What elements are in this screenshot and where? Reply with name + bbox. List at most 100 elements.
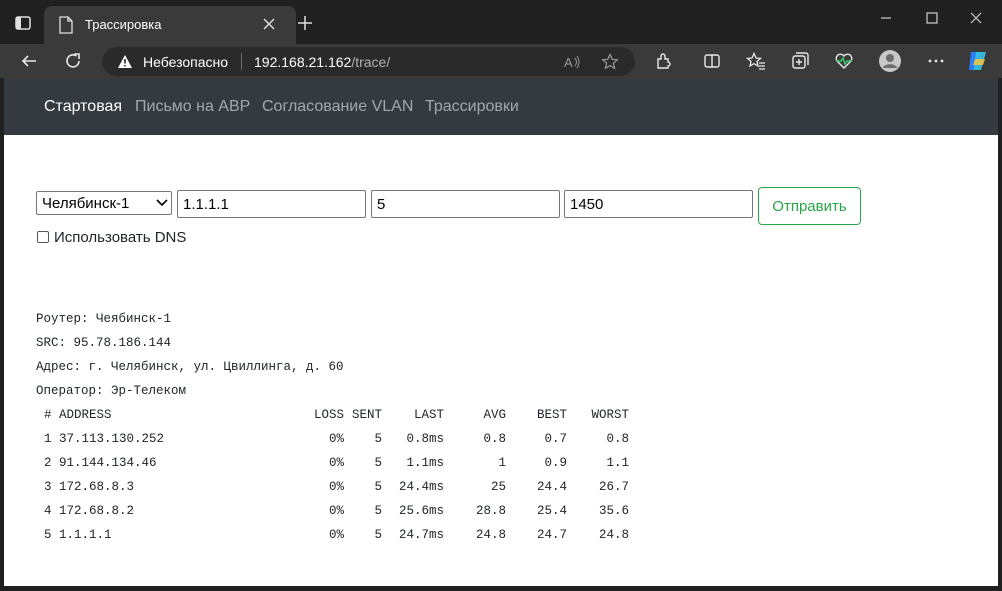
nav-item-start[interactable]: Стартовая — [44, 98, 122, 116]
warning-icon — [118, 55, 132, 68]
hop-loss: 0% — [328, 456, 344, 470]
hop-avg: 0.8 — [483, 432, 506, 446]
trace-hop-row: 1 37.113.130.252 0% 5 0.8ms 0.8 0.7 0.8 — [36, 432, 656, 448]
hop-index: 2 — [44, 456, 52, 470]
minimize-icon[interactable] — [878, 10, 894, 26]
trace-hop-row: 2 91.144.134.46 0% 5 1.1ms 1 0.9 1.1 — [36, 456, 656, 472]
profile-avatar-icon[interactable] — [878, 49, 902, 73]
hop-address: 172.68.8.2 — [59, 504, 135, 518]
use-dns-label[interactable]: Использовать DNS — [54, 229, 186, 246]
router-select-value: Челябинск-1 — [42, 195, 130, 212]
nav-item-traces[interactable]: Трассировки — [425, 98, 519, 116]
hop-address: 37.113.130.252 — [59, 432, 165, 446]
url-text[interactable]: 192.168.21.162/trace/ — [254, 54, 390, 70]
page-viewport: Стартовая Письмо на АВР Согласование VLA… — [4, 78, 998, 586]
nav-item-vlan[interactable]: Согласование VLAN — [262, 98, 413, 116]
col-header-loss: LOSS — [313, 408, 344, 422]
nav-item-avr-letter[interactable]: Письмо на АВР — [135, 98, 250, 116]
hop-avg: 1 — [498, 456, 506, 470]
col-header-worst: WORST — [591, 408, 629, 422]
hop-worst: 35.6 — [598, 504, 629, 518]
tab-actions-icon[interactable] — [14, 14, 32, 32]
favorites-icon[interactable] — [746, 51, 766, 71]
add-favorite-icon[interactable] — [601, 53, 619, 71]
hop-avg: 25 — [490, 480, 506, 494]
copilot-icon[interactable] — [966, 49, 990, 73]
site-navbar: Стартовая Письмо на АВР Согласование VLA… — [4, 78, 998, 135]
packet-size-value: 1450 — [570, 196, 604, 213]
hop-loss: 0% — [328, 504, 344, 518]
hop-sent: 5 — [374, 528, 382, 542]
collections-icon[interactable] — [790, 51, 810, 71]
browser-tab-active[interactable]: Трассировка — [44, 6, 296, 44]
hop-sent: 5 — [374, 432, 382, 446]
tab-title: Трассировка — [85, 17, 162, 32]
trace-hop-row: 3 172.68.8.3 0% 5 24.4ms 25 24.4 26.7 — [36, 480, 656, 496]
hop-best: 24.7 — [536, 528, 567, 542]
hop-best: 24.4 — [536, 480, 567, 494]
col-header-address: ADDRESS — [59, 408, 112, 422]
address-bar[interactable]: Небезопасно 192.168.21.162/trace/ A — [102, 47, 635, 76]
url-host: 192.168.21.162 — [254, 54, 352, 70]
hop-worst: 26.7 — [598, 480, 629, 494]
hop-address: 172.68.8.3 — [59, 480, 135, 494]
col-header-avg: AVG — [483, 408, 506, 422]
new-tab-icon[interactable] — [296, 14, 314, 32]
hop-best: 0.9 — [544, 456, 567, 470]
back-arrow-icon[interactable] — [19, 51, 39, 71]
hop-loss: 0% — [328, 480, 344, 494]
address-info-line: Адрес: г. Челябинск, ул. Цвиллинга, д. 6… — [36, 360, 344, 374]
more-menu-icon[interactable] — [926, 51, 946, 71]
hop-loss: 0% — [328, 528, 344, 542]
operator-info-line: Оператор: Эр-Телеком — [36, 384, 187, 398]
target-host-input[interactable]: 1.1.1.1 — [177, 190, 366, 218]
browser-tabstrip: Трассировка — [0, 0, 1002, 44]
maximize-icon[interactable] — [924, 10, 940, 26]
hop-address: 91.144.134.46 — [59, 456, 157, 470]
refresh-icon[interactable] — [63, 51, 83, 71]
hop-worst: 0.8 — [606, 432, 629, 446]
split-screen-icon[interactable] — [702, 51, 722, 71]
hop-worst: 24.8 — [598, 528, 629, 542]
hop-index: 4 — [44, 504, 52, 518]
hop-index: 5 — [44, 528, 52, 542]
hop-avg: 28.8 — [475, 504, 506, 518]
hop-loss: 0% — [328, 432, 344, 446]
address-separator — [241, 53, 242, 70]
col-header-index: # — [44, 408, 52, 422]
svg-text:A: A — [564, 55, 573, 70]
hop-best: 0.7 — [544, 432, 567, 446]
tab-close-icon[interactable] — [262, 17, 276, 31]
url-path: /trace/ — [351, 54, 391, 70]
hop-last: 0.8ms — [406, 432, 444, 446]
chevron-down-icon — [156, 199, 168, 207]
hop-best: 25.4 — [536, 504, 567, 518]
packet-count-input[interactable]: 5 — [371, 190, 560, 218]
hop-last: 25.6ms — [398, 504, 444, 518]
router-select[interactable]: Челябинск-1 — [36, 191, 172, 215]
hop-sent: 5 — [374, 480, 382, 494]
read-aloud-icon[interactable]: A — [563, 53, 581, 71]
hop-avg: 24.8 — [475, 528, 506, 542]
hop-index: 1 — [44, 432, 52, 446]
trace-hop-row: 4 172.68.8.2 0% 5 25.6ms 28.8 25.4 35.6 — [36, 504, 656, 520]
submit-button[interactable]: Отправить — [758, 187, 861, 225]
hop-last: 24.4ms — [398, 480, 444, 494]
hop-sent: 5 — [374, 456, 382, 470]
hop-last: 1.1ms — [406, 456, 444, 470]
router-info-line: Роутер: Чеябинск-1 — [36, 312, 172, 326]
window-close-icon[interactable] — [968, 10, 984, 26]
extensions-icon[interactable] — [654, 51, 674, 71]
hop-address: 1.1.1.1 — [59, 528, 112, 542]
col-header-best: BEST — [536, 408, 567, 422]
packet-size-input[interactable]: 1450 — [564, 190, 753, 218]
col-header-last: LAST — [413, 408, 444, 422]
submit-button-label: Отправить — [772, 198, 847, 215]
browser-health-icon[interactable] — [834, 51, 854, 71]
trace-hop-row: 5 1.1.1.1 0% 5 24.7ms 24.8 24.7 24.8 — [36, 528, 656, 544]
trace-table-header: # ADDRESS LOSS SENT LAST AVG BEST WORST — [36, 408, 656, 424]
target-host-value: 1.1.1.1 — [183, 196, 229, 213]
security-status[interactable]: Небезопасно — [143, 54, 228, 70]
hop-worst: 1.1 — [606, 456, 629, 470]
use-dns-checkbox[interactable] — [37, 231, 49, 243]
